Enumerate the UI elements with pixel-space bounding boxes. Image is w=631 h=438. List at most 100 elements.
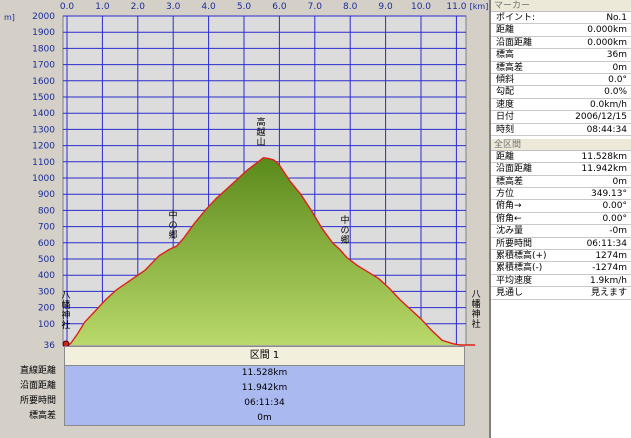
marker-row: ポイント: No.1 bbox=[491, 12, 631, 25]
marker-panel-head: マーカー bbox=[491, 0, 631, 12]
whole-row-label: 距離 bbox=[496, 151, 515, 162]
marker-row-value: 08:44:34 bbox=[586, 124, 627, 135]
whole-row: 沈み量 -0m bbox=[491, 225, 631, 238]
place-label: 八幡神社 bbox=[61, 291, 70, 331]
y-tick-label: 1400 bbox=[32, 109, 55, 119]
marker-row-label: 傾斜 bbox=[496, 74, 515, 85]
marker-row: 標高差 0m bbox=[491, 62, 631, 74]
x-tick-label: 1.0 bbox=[95, 2, 110, 12]
whole-row: 俯角← 0.00° bbox=[491, 213, 631, 226]
marker-row: 速度 0.0km/h bbox=[491, 99, 631, 112]
whole-row-label: 俯角← bbox=[496, 213, 522, 224]
whole-row: 見通し 見えます bbox=[491, 287, 631, 300]
y-tick-label: 700 bbox=[38, 223, 55, 233]
section-elevation-diff: 0m bbox=[257, 413, 272, 423]
x-tick-label: 3.0 bbox=[166, 2, 181, 12]
surface-distance-label: 沿面距離 bbox=[19, 381, 56, 391]
marker-rows: ポイント: No.1 距離 0.000km 沿面距離 0.000km 標高 36m 標高… bbox=[491, 12, 631, 136]
marker-row-value: 0.0% bbox=[604, 87, 627, 98]
place-label: 中の郷 bbox=[168, 209, 177, 241]
whole-row-label: 累積標高(+) bbox=[496, 251, 547, 262]
x-tick-label: 5.0 bbox=[237, 2, 252, 12]
whole-row-label: 沈み量 bbox=[496, 226, 524, 237]
marker-row-value: 2006/12/15 bbox=[575, 112, 627, 123]
whole-row: 俯角→ 0.00° bbox=[491, 200, 631, 213]
y-tick-label: 900 bbox=[38, 190, 55, 200]
marker-row: 時刻 08:44:34 bbox=[491, 124, 631, 136]
marker-row: 日付 2006/12/15 bbox=[491, 111, 631, 124]
y-tick-label: 1500 bbox=[32, 93, 55, 103]
whole-row-label: 平均速度 bbox=[496, 275, 533, 286]
whole-row: 方位 349.13° bbox=[491, 188, 631, 201]
marker-row: 距離 0.000km bbox=[491, 24, 631, 37]
marker-row-label: 標高差 bbox=[496, 62, 524, 73]
whole-row-value: 0m bbox=[612, 176, 628, 187]
info-panel: マーカー ポイント: No.1 距離 0.000km 沿面距離 0.000km 標高 3… bbox=[489, 0, 631, 438]
y-tick-label: 800 bbox=[38, 206, 55, 216]
whole-row: 累積標高(+) 1274m bbox=[491, 250, 631, 263]
section-straight-distance: 11.528km bbox=[241, 368, 288, 378]
whole-row-value: -1274m bbox=[592, 263, 627, 274]
y-axis-unit: m] bbox=[4, 13, 15, 22]
marker-row-label: 日付 bbox=[496, 112, 515, 123]
section-values: 11.528km 11.942km 06:11:34 0m bbox=[64, 366, 465, 426]
section-header[interactable]: 区間 1 bbox=[64, 346, 465, 366]
y-tick-label: 1200 bbox=[32, 142, 55, 152]
whole-section-rows: 距離 11.528km 沿面距離 11.942km 標高差 0m 方位 349.13° … bbox=[491, 151, 631, 300]
y-tick-label: 300 bbox=[38, 287, 55, 297]
y-tick-label: 400 bbox=[38, 271, 55, 281]
straight-distance-label: 直線距離 bbox=[19, 366, 56, 376]
marker-row-value: 36m bbox=[606, 50, 627, 61]
y-tick-label: 1100 bbox=[32, 158, 55, 168]
whole-row-label: 見通し bbox=[496, 288, 524, 299]
y-tick-label: 1800 bbox=[32, 44, 55, 54]
whole-row-value: -0m bbox=[609, 226, 627, 237]
x-axis-unit: [km] bbox=[470, 2, 489, 11]
whole-row-value: 0.00° bbox=[602, 213, 627, 224]
y-tick-label: 1000 bbox=[32, 174, 55, 184]
x-tick-label: 9.0 bbox=[378, 2, 393, 12]
whole-row-label: 累積標高(-) bbox=[496, 263, 543, 274]
place-label: 高越山 bbox=[256, 116, 265, 148]
marker-row-label: 時刻 bbox=[496, 124, 515, 135]
x-tick-label: 7.0 bbox=[308, 2, 323, 12]
marker-row: 傾斜 0.0° bbox=[491, 74, 631, 87]
x-tick-label: 0.0 bbox=[60, 2, 75, 12]
marker-row-label: 速度 bbox=[496, 99, 515, 110]
whole-row-value: 見えます bbox=[590, 288, 627, 299]
required-time-label: 所要時間 bbox=[19, 396, 56, 406]
marker-row-label: 距離 bbox=[496, 25, 515, 36]
summary-labels: 直線距離 沿面距離 所要時間 標高差 bbox=[0, 364, 60, 424]
marker-row-value: 0.000km bbox=[587, 37, 627, 48]
whole-row-value: 11.528km bbox=[581, 151, 627, 162]
elevation-diff-label: 標高差 bbox=[28, 411, 56, 421]
marker-row-label: ポイント: bbox=[496, 13, 536, 23]
marker-row-value: 0.000km bbox=[587, 25, 627, 36]
whole-row: 沿面距離 11.942km bbox=[491, 163, 631, 176]
y-tick-label: 36 bbox=[44, 341, 56, 351]
y-tick-label: 600 bbox=[38, 239, 55, 249]
y-tick-label: 500 bbox=[38, 255, 55, 265]
marker-row-value: No.1 bbox=[606, 13, 627, 23]
marker-row-value: 0.0km/h bbox=[589, 99, 627, 110]
whole-row: 距離 11.528km bbox=[491, 151, 631, 164]
whole-row-label: 所要時間 bbox=[496, 238, 533, 249]
whole-row: 平均速度 1.9km/h bbox=[491, 275, 631, 288]
y-tick-label: 1300 bbox=[32, 125, 55, 135]
whole-row-value: 06:11:34 bbox=[586, 238, 627, 249]
place-label: 中の郷 bbox=[340, 214, 349, 246]
section-surface-distance: 11.942km bbox=[241, 383, 288, 393]
whole-row-value: 11.942km bbox=[581, 164, 627, 175]
whole-row: 標高差 0m bbox=[491, 176, 631, 189]
marker-row: 標高 36m bbox=[491, 49, 631, 62]
whole-row-value: 1274m bbox=[595, 251, 627, 262]
y-tick-label: 200 bbox=[38, 304, 55, 314]
marker-row: 沿面距離 0.000km bbox=[491, 37, 631, 50]
whole-row: 所要時間 06:11:34 bbox=[491, 238, 631, 251]
whole-row-label: 標高差 bbox=[496, 176, 524, 187]
whole-row-value: 349.13° bbox=[591, 189, 627, 200]
marker-row-value: 0m bbox=[612, 62, 628, 73]
section-required-time: 06:11:34 bbox=[244, 398, 285, 408]
marker-row-label: 勾配 bbox=[496, 87, 515, 98]
whole-row-value: 0.00° bbox=[602, 201, 627, 212]
